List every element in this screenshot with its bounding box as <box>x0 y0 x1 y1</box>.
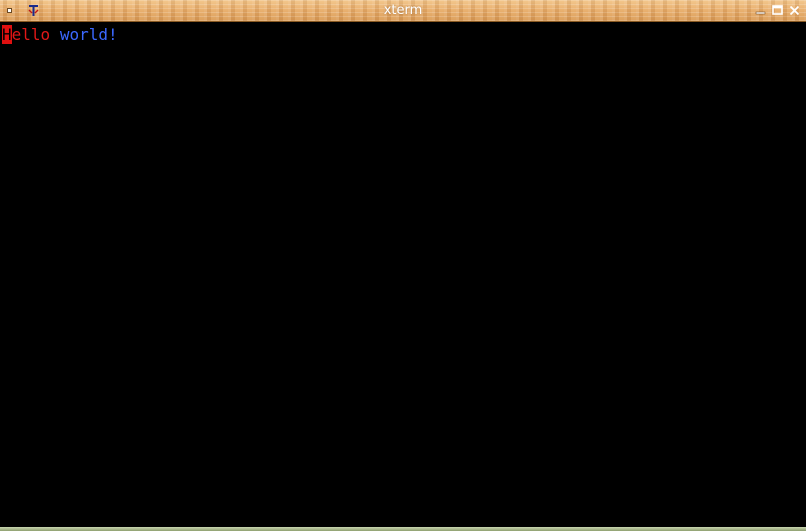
window-bottom-border <box>0 527 806 531</box>
space-text <box>50 25 60 44</box>
close-icon[interactable] <box>788 4 801 17</box>
maximize-icon[interactable] <box>771 4 784 17</box>
world-text: world! <box>59 25 118 44</box>
terminal-area[interactable]: Hello world! <box>0 22 806 527</box>
terminal-cursor: H <box>2 25 12 44</box>
xterm-app-icon <box>28 5 39 16</box>
window-title: xterm <box>383 3 423 18</box>
xterm-window: xterm Hello world! <box>0 0 806 531</box>
title-bar[interactable]: xterm <box>0 0 806 22</box>
hello-text: ello <box>11 25 51 44</box>
window-menu-icon[interactable] <box>7 8 12 13</box>
terminal-line: Hello world! <box>2 24 118 46</box>
minimize-icon[interactable] <box>754 4 767 17</box>
